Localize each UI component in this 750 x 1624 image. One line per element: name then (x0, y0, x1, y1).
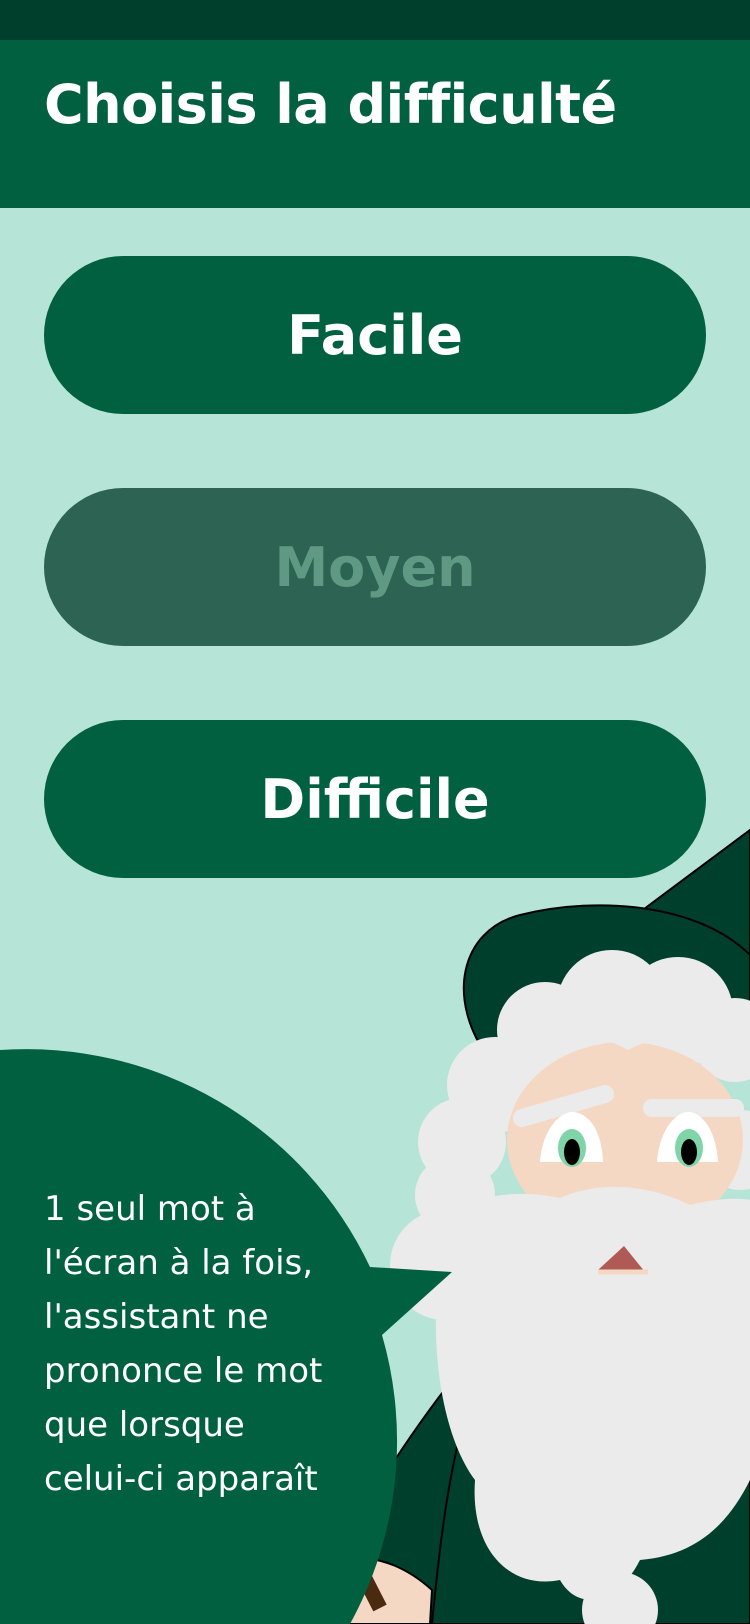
speech-line: l'écran à la fois, (44, 1243, 314, 1283)
speech-line: celui-ci apparaît (44, 1459, 318, 1499)
speech-line: que lorsque (44, 1405, 245, 1445)
page-title: Choisis la difficulté (44, 73, 617, 136)
status-bar (0, 0, 750, 40)
easy-button[interactable]: Facile (44, 256, 706, 414)
medium-button[interactable]: Moyen (44, 488, 706, 646)
speech-line: 1 seul mot à (44, 1189, 256, 1229)
speech-bubble-text: 1 seul mot à l'écran à la fois, l'assist… (44, 1182, 364, 1506)
speech-line: l'assistant ne (44, 1297, 269, 1337)
speech-line: prononce le mot (44, 1351, 323, 1391)
